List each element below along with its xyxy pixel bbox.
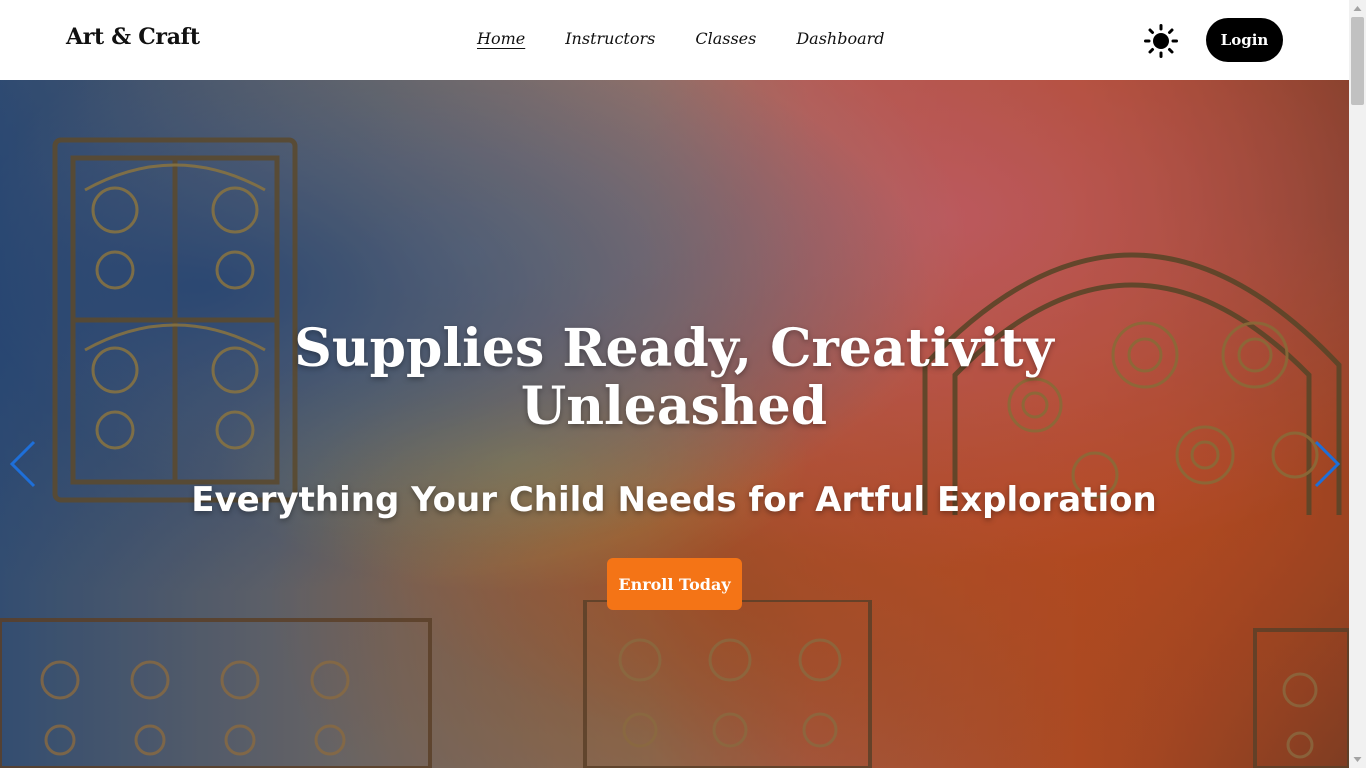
- scroll-down-arrow-icon[interactable]: [1349, 751, 1366, 768]
- navbar: Art & Craft Home Instructors Classes Das…: [0, 0, 1349, 80]
- main-nav: Home Instructors Classes Dashboard: [477, 28, 925, 50]
- hero-title: Supplies Ready, Creativity Unleashed: [294, 318, 1054, 437]
- brand-logo[interactable]: Art & Craft: [66, 24, 200, 50]
- hero-subtitle: Everything Your Child Needs for Artful E…: [191, 480, 1157, 520]
- page-scrollbar[interactable]: [1349, 0, 1366, 768]
- nav-link-classes[interactable]: Classes: [695, 28, 756, 50]
- ironwork-balcony-bottom: [0, 600, 1349, 768]
- nav-link-instructors[interactable]: Instructors: [565, 28, 655, 50]
- nav-link-dashboard[interactable]: Dashboard: [796, 28, 884, 50]
- login-button[interactable]: Login: [1206, 18, 1283, 62]
- chevron-right-icon[interactable]: [1312, 440, 1342, 488]
- enroll-today-button[interactable]: Enroll Today: [607, 558, 742, 610]
- nav-link-home[interactable]: Home: [477, 28, 525, 50]
- sun-icon[interactable]: [1144, 24, 1178, 58]
- scrollbar-thumb[interactable]: [1351, 17, 1364, 105]
- scroll-up-arrow-icon[interactable]: [1349, 0, 1366, 17]
- chevron-left-icon[interactable]: [8, 440, 38, 488]
- hero-carousel: Supplies Ready, Creativity Unleashed Eve…: [0, 80, 1349, 768]
